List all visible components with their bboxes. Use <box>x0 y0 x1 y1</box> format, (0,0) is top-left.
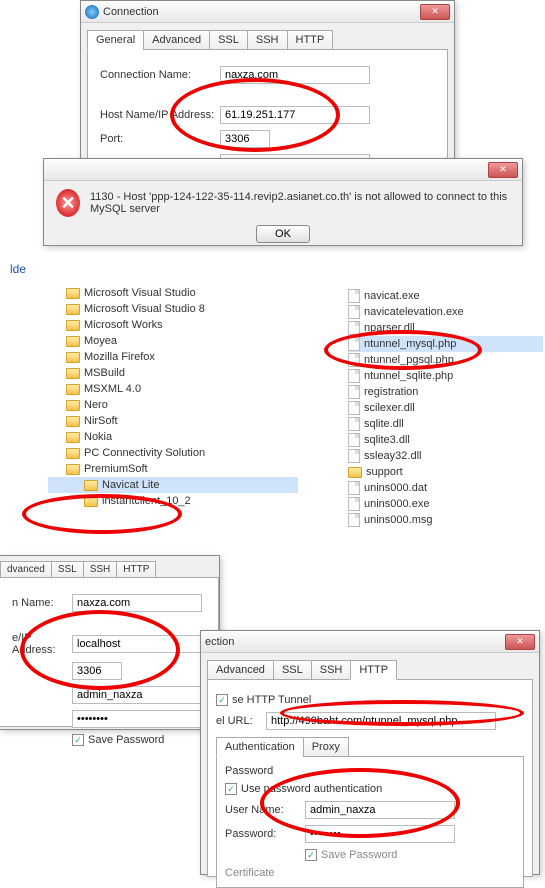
http-tab-http[interactable]: HTTP <box>350 660 397 680</box>
error-icon: ✕ <box>56 189 80 217</box>
error-dialog: ✕ ✕ 1130 - Host 'ppp-124-122-35-114.revi… <box>43 158 523 246</box>
host-label: Host Name/IP Address: <box>100 109 220 121</box>
connection-titlebar[interactable]: Connection ✕ <box>81 1 454 23</box>
file-list[interactable]: navicat.exe navicatelevation.exe nparser… <box>348 288 543 528</box>
tree-item[interactable]: Microsoft Visual Studio <box>48 285 298 301</box>
tree-item-premiumsoft[interactable]: PremiumSoft <box>48 461 298 477</box>
http-tab-ssl[interactable]: SSL <box>273 660 312 680</box>
http-url-input[interactable] <box>266 712 496 730</box>
tree-item[interactable]: MSXML 4.0 <box>48 381 298 397</box>
file-item[interactable]: ssleay32.dll <box>348 448 543 464</box>
ok-button[interactable]: OK <box>256 225 310 243</box>
tree-item[interactable]: Moyea <box>48 333 298 349</box>
file-item-ntunnel-mysql[interactable]: ntunnel_mysql.php <box>348 336 543 352</box>
conn2-pass-input[interactable] <box>72 710 202 728</box>
connection-body: Connection Name: Host Name/IP Address: P… <box>87 49 448 159</box>
file-item[interactable]: navicat.exe <box>348 288 543 304</box>
connection-icon <box>85 5 99 19</box>
http-savepw-check[interactable]: ✓ <box>305 849 317 861</box>
close-button[interactable]: ✕ <box>420 4 450 20</box>
folder-tree[interactable]: Microsoft Visual Studio Microsoft Visual… <box>48 285 298 509</box>
file-item[interactable]: scilexer.dll <box>348 400 543 416</box>
subtab-auth[interactable]: Authentication <box>216 737 304 757</box>
file-item[interactable]: unins000.dat <box>348 480 543 496</box>
file-item[interactable]: nparser.dll <box>348 320 543 336</box>
conn2-tab-http[interactable]: HTTP <box>116 561 156 578</box>
http-savepw-label: Save Password <box>321 849 397 861</box>
http-user-label: User Name: <box>225 804 305 816</box>
tree-item[interactable]: PC Connectivity Solution <box>48 445 298 461</box>
tab-advanced[interactable]: Advanced <box>143 30 210 50</box>
file-item[interactable]: unins000.exe <box>348 496 543 512</box>
cert-section-label: Certificate <box>225 867 515 879</box>
port-input[interactable] <box>220 130 270 148</box>
http-user-input[interactable] <box>305 801 455 819</box>
http-pass-input[interactable] <box>305 825 455 843</box>
conn2-name-input[interactable] <box>72 594 202 612</box>
error-message: 1130 - Host 'ppp-124-122-35-114.revip2.a… <box>90 191 510 215</box>
conn2-savepw-check[interactable]: ✓ <box>72 734 84 746</box>
error-close-button[interactable]: ✕ <box>488 162 518 178</box>
host-input[interactable] <box>220 106 370 124</box>
tab-http[interactable]: HTTP <box>287 30 334 50</box>
tab-ssh[interactable]: SSH <box>247 30 288 50</box>
conn2-tabs: dvanced SSL SSH HTTP <box>0 560 219 577</box>
file-item[interactable]: sqlite3.dll <box>348 432 543 448</box>
conn2-tab-ssh[interactable]: SSH <box>83 561 118 578</box>
use-pw-auth-check[interactable]: ✓ <box>225 783 237 795</box>
connection-name-input[interactable] <box>220 66 370 84</box>
http-dialog: ection ✕ Advanced SSL SSH HTTP ✓ se HTTP … <box>200 630 540 875</box>
http-close-button[interactable]: ✕ <box>505 634 535 650</box>
conn2-tab-adv[interactable]: dvanced <box>0 561 52 578</box>
conn2-name-label: n Name: <box>12 597 72 609</box>
conn2-tab-ssl[interactable]: SSL <box>51 561 84 578</box>
http-titlebar[interactable]: ection ✕ <box>201 631 539 653</box>
conn2-dialog: dvanced SSL SSH HTTP n Name: e/IP Addres… <box>0 555 220 730</box>
file-item[interactable]: sqlite.dll <box>348 416 543 432</box>
conn2-host-label: e/IP Address: <box>12 632 72 656</box>
tab-general[interactable]: General <box>87 30 144 50</box>
tree-item-navicat-lite[interactable]: Navicat Lite <box>48 477 298 493</box>
tree-item[interactable]: MSBuild <box>48 365 298 381</box>
http-url-label: el URL: <box>216 715 266 727</box>
error-titlebar[interactable]: ✕ <box>44 159 522 181</box>
connection-title: Connection <box>103 6 159 18</box>
http-tunnel-label: se HTTP Tunnel <box>232 694 311 706</box>
conn2-body: n Name: e/IP Address: ✓Save Password <box>0 577 219 727</box>
file-item[interactable]: navicatelevation.exe <box>348 304 543 320</box>
http-tabs: Advanced SSL SSH HTTP <box>207 659 533 679</box>
http-tab-ssh[interactable]: SSH <box>311 660 352 680</box>
tree-item[interactable]: Microsoft Works <box>48 317 298 333</box>
ide-link[interactable]: lde <box>10 262 26 276</box>
use-pw-auth-label: Use password authentication <box>241 783 382 795</box>
file-item[interactable]: support <box>348 464 543 480</box>
conn2-port-input[interactable] <box>72 662 122 680</box>
connection-name-label: Connection Name: <box>100 69 220 81</box>
tree-item[interactable]: Nero <box>48 397 298 413</box>
http-pass-label: Password: <box>225 828 305 840</box>
http-tunnel-check[interactable]: ✓ <box>216 694 228 706</box>
tab-ssl[interactable]: SSL <box>209 30 248 50</box>
password-section-label: Password <box>225 765 515 777</box>
port-label: Port: <box>100 133 220 145</box>
file-item[interactable]: ntunnel_sqlite.php <box>348 368 543 384</box>
connection-tabs: General Advanced SSL SSH HTTP <box>87 29 448 49</box>
tree-item[interactable]: Nokia <box>48 429 298 445</box>
tree-item[interactable]: Microsoft Visual Studio 8 <box>48 301 298 317</box>
http-title: ection <box>205 636 234 648</box>
conn2-host-input[interactable] <box>72 635 202 653</box>
tree-item[interactable]: Mozilla Firefox <box>48 349 298 365</box>
subtab-proxy[interactable]: Proxy <box>303 737 349 757</box>
tree-item[interactable]: NirSoft <box>48 413 298 429</box>
http-body: ✓ se HTTP Tunnel el URL: Authentication P… <box>207 679 533 877</box>
http-tab-adv[interactable]: Advanced <box>207 660 274 680</box>
tree-item[interactable]: instantclient_10_2 <box>48 493 298 509</box>
conn2-user-input[interactable] <box>72 686 202 704</box>
file-item[interactable]: ntunnel_pgsql.php <box>348 352 543 368</box>
connection-dialog: Connection ✕ General Advanced SSL SSH HT… <box>80 0 455 160</box>
file-item[interactable]: registration <box>348 384 543 400</box>
conn2-savepw-label: Save Password <box>88 734 164 746</box>
file-item[interactable]: unins000.msg <box>348 512 543 528</box>
